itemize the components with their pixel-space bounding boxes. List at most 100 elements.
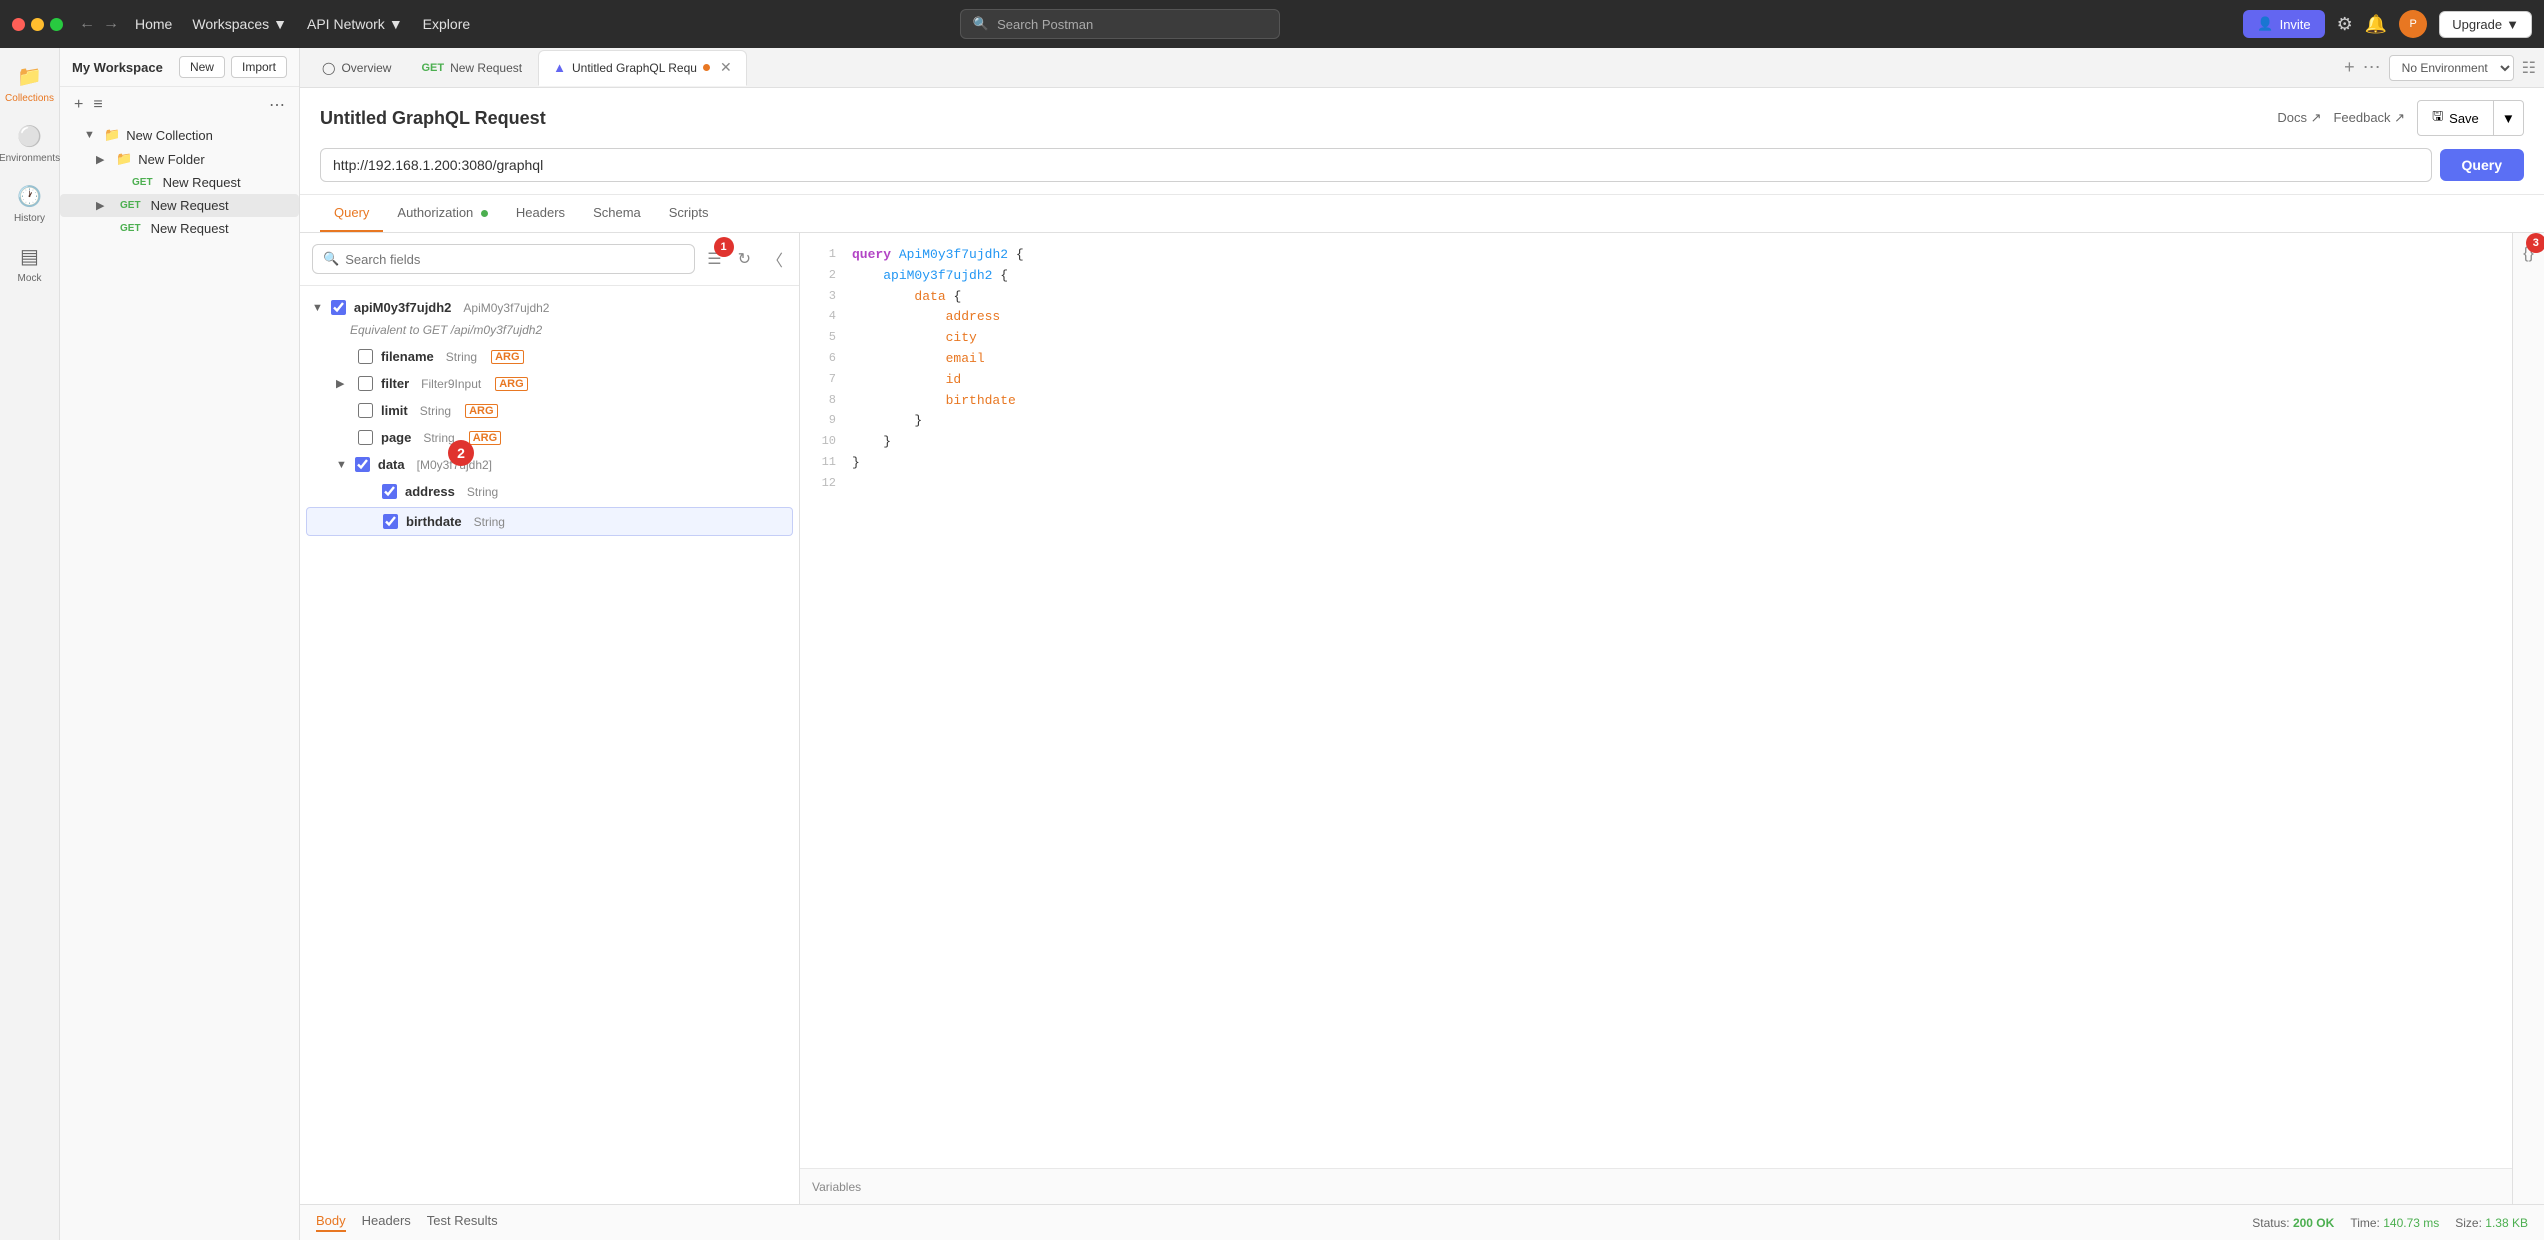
- field-item-address[interactable]: address String: [300, 478, 799, 505]
- graphql-icon: ▲: [553, 60, 566, 75]
- list-item[interactable]: GET New Request: [60, 171, 299, 194]
- code-line: 7 id: [800, 370, 2512, 391]
- tab-body[interactable]: Body: [316, 1213, 346, 1232]
- tab-overview[interactable]: ◯ Overview: [308, 50, 405, 86]
- field-item-birthdate[interactable]: birthdate String: [306, 507, 793, 536]
- top-nav: Home Workspaces ▼ API Network ▼ Explore: [135, 16, 470, 32]
- collapse-button[interactable]: 〈: [763, 243, 787, 275]
- field-name-filter: filter: [381, 376, 409, 391]
- code-line: 1 query ApiM0y3f7ujdh2 {: [800, 245, 2512, 266]
- field-type-limit: String: [420, 404, 451, 418]
- method-badge-get: GET: [116, 199, 145, 212]
- more-tabs-button[interactable]: ⋯: [2363, 57, 2381, 78]
- field-checkbox-filter[interactable]: [358, 376, 373, 391]
- nav-home[interactable]: Home: [135, 16, 172, 32]
- chevron-down-icon: ▼: [312, 302, 323, 314]
- nav-explore[interactable]: Explore: [423, 16, 470, 32]
- field-checkbox-address[interactable]: [382, 484, 397, 499]
- auth-dot: [481, 210, 488, 217]
- size-value: 1.38 KB: [2485, 1216, 2528, 1230]
- code-editor[interactable]: 1 query ApiM0y3f7ujdh2 { 2 apiM0y3f7ujdh…: [800, 233, 2512, 1168]
- filter-button[interactable]: ≡: [91, 94, 104, 116]
- field-group-header[interactable]: ▼ apiM0y3f7ujdh2 ApiM0y3f7ujdh2: [300, 294, 799, 321]
- tab-scripts[interactable]: Scripts: [655, 195, 723, 232]
- tab-authorization[interactable]: Authorization: [383, 195, 502, 232]
- field-type-birthdate: String: [474, 515, 505, 529]
- save-dropdown-button[interactable]: ▼: [2494, 100, 2524, 136]
- field-item-limit[interactable]: limit String ARG: [300, 397, 799, 424]
- request-title-row: Untitled GraphQL Request Docs ↗ Feedback…: [320, 100, 2524, 136]
- field-checkbox-limit[interactable]: [358, 403, 373, 418]
- field-checkbox-page[interactable]: [358, 430, 373, 445]
- app-body: 📁 Collections ⚪ Environments 🕐 History ▤…: [0, 48, 2544, 1240]
- import-button[interactable]: Import: [231, 56, 287, 78]
- field-name-filename: filename: [381, 349, 434, 364]
- sidebar-item-environments[interactable]: ⚪ Environments: [4, 116, 56, 172]
- variables-label[interactable]: Variables: [812, 1180, 861, 1194]
- forward-arrow[interactable]: →: [103, 15, 119, 33]
- field-name-data: data: [378, 457, 405, 472]
- field-checkbox-data[interactable]: [355, 457, 370, 472]
- list-item[interactable]: GET New Request: [60, 217, 299, 240]
- sidebar-item-mock[interactable]: ▤ Mock: [4, 236, 56, 292]
- tab-headers[interactable]: Headers: [502, 195, 579, 232]
- invite-button[interactable]: 👤 Invite: [2243, 10, 2324, 38]
- fields-panel: 🔍 ☰ 1 ↻ 〈 ▼ apiM0y3f7: [300, 233, 800, 1204]
- collection-item[interactable]: ▼ 📁 New Collection: [60, 123, 299, 147]
- field-checkbox-filename[interactable]: [358, 349, 373, 364]
- code-line: 2 apiM0y3f7ujdh2 {: [800, 266, 2512, 287]
- field-group-header-data[interactable]: ▼ data [M0y3f7ujdh2]: [300, 451, 799, 478]
- tab-query[interactable]: Query: [320, 195, 383, 232]
- environments-icon: ⚪: [17, 124, 42, 149]
- search-icon: 🔍: [973, 16, 989, 32]
- nav-api-network[interactable]: API Network ▼: [307, 16, 403, 32]
- request-name: New Request: [151, 221, 229, 236]
- tab-test-results[interactable]: Test Results: [427, 1213, 498, 1232]
- field-item-filename[interactable]: filename String ARG: [300, 343, 799, 370]
- new-button[interactable]: New: [179, 56, 225, 78]
- group-checkbox[interactable]: [331, 300, 346, 315]
- nav-workspaces[interactable]: Workspaces ▼: [192, 16, 287, 32]
- sidebar-item-collections[interactable]: 📁 Collections: [4, 56, 56, 112]
- code-line: 3 data {: [800, 287, 2512, 308]
- settings-icon[interactable]: ⚙: [2337, 14, 2353, 35]
- add-tab-button[interactable]: +: [2344, 57, 2355, 78]
- back-arrow[interactable]: ←: [79, 15, 95, 33]
- folder-item[interactable]: ▶ 📁 New Folder: [60, 147, 299, 171]
- collection-name: New Collection: [126, 128, 213, 143]
- refresh-button[interactable]: ↻: [734, 245, 755, 273]
- method-badge-get: GET: [116, 222, 145, 235]
- close-icon[interactable]: ✕: [720, 59, 732, 76]
- tab-schema[interactable]: Schema: [579, 195, 655, 232]
- field-checkbox-birthdate[interactable]: [383, 514, 398, 529]
- maximize-button[interactable]: [50, 18, 63, 31]
- query-button[interactable]: Query: [2440, 149, 2524, 181]
- search-input-wrap[interactable]: 🔍 Search Postman: [960, 9, 1280, 39]
- search-fields-input[interactable]: [345, 252, 684, 267]
- environment-select[interactable]: No Environment: [2389, 55, 2514, 81]
- tab-headers-bottom[interactable]: Headers: [362, 1213, 411, 1232]
- field-item-filter[interactable]: ▶ filter Filter9Input ARG: [300, 370, 799, 397]
- sidebar-item-history[interactable]: 🕐 History: [4, 176, 56, 232]
- url-input[interactable]: [320, 148, 2432, 182]
- add-collection-button[interactable]: +: [72, 94, 85, 116]
- docs-link[interactable]: Docs ↗: [2277, 110, 2321, 126]
- grid-icon[interactable]: ☷: [2522, 58, 2536, 78]
- avatar[interactable]: P: [2399, 10, 2427, 38]
- tabs-bar: ◯ Overview GET New Request ▲ Untitled Gr…: [300, 48, 2544, 88]
- upgrade-button[interactable]: Upgrade ▼: [2439, 11, 2532, 38]
- tab-new-request[interactable]: GET New Request: [407, 50, 536, 86]
- more-options-button[interactable]: ⋯: [267, 93, 287, 117]
- method-get-label: GET: [421, 62, 444, 74]
- request-title-actions: Docs ↗ Feedback ↗ 🖫 Save ▼: [2277, 100, 2524, 136]
- list-item[interactable]: ▶ GET New Request: [60, 194, 299, 217]
- collections-icon: 📁: [17, 64, 42, 89]
- minimize-button[interactable]: [31, 18, 44, 31]
- bell-icon[interactable]: 🔔: [2365, 14, 2387, 35]
- field-item-page[interactable]: page String ARG: [300, 424, 799, 451]
- tab-graphql-request[interactable]: ▲ Untitled GraphQL Requ ✕: [538, 50, 747, 86]
- save-button[interactable]: 🖫 Save: [2417, 100, 2494, 136]
- group-desc: Equivalent to GET /api/m0y3f7ujdh2: [300, 321, 799, 343]
- close-button[interactable]: [12, 18, 25, 31]
- feedback-link[interactable]: Feedback ↗: [2333, 110, 2405, 126]
